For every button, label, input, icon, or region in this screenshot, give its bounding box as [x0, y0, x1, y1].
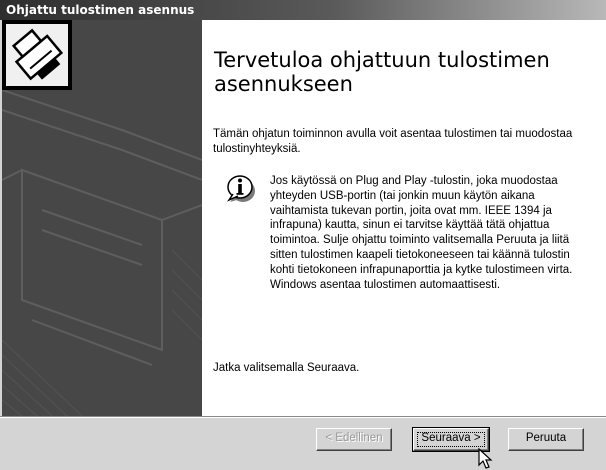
- cancel-button[interactable]: Peruuta: [508, 428, 584, 451]
- back-button[interactable]: < Edellinen: [316, 428, 392, 451]
- intro-text: Tämän ohjatun toiminnon avulla voit asen…: [213, 128, 573, 155]
- wizard-content: Tervetuloa ohjattuun tulostimen asennuks…: [202, 20, 606, 416]
- info-icon: [226, 175, 255, 202]
- continue-hint: Jatka valitsemalla Seuraava.: [213, 362, 360, 374]
- printer-icon: [2, 20, 72, 90]
- window-title: Ohjattu tulostimen asennus: [0, 0, 606, 20]
- wizard-sidebar-graphic: [2, 20, 202, 416]
- plug-and-play-info: Jos käytössä on Plug and Play -tulostin,…: [270, 175, 573, 291]
- printer-wizard-window: Ohjattu tulostimen asennus Tervetuloa oh…: [0, 0, 606, 470]
- page-title: Tervetuloa ohjattuun tulostimen asennuks…: [214, 48, 550, 96]
- mouse-pointer-icon: [478, 448, 493, 469]
- footer-divider: [0, 416, 606, 418]
